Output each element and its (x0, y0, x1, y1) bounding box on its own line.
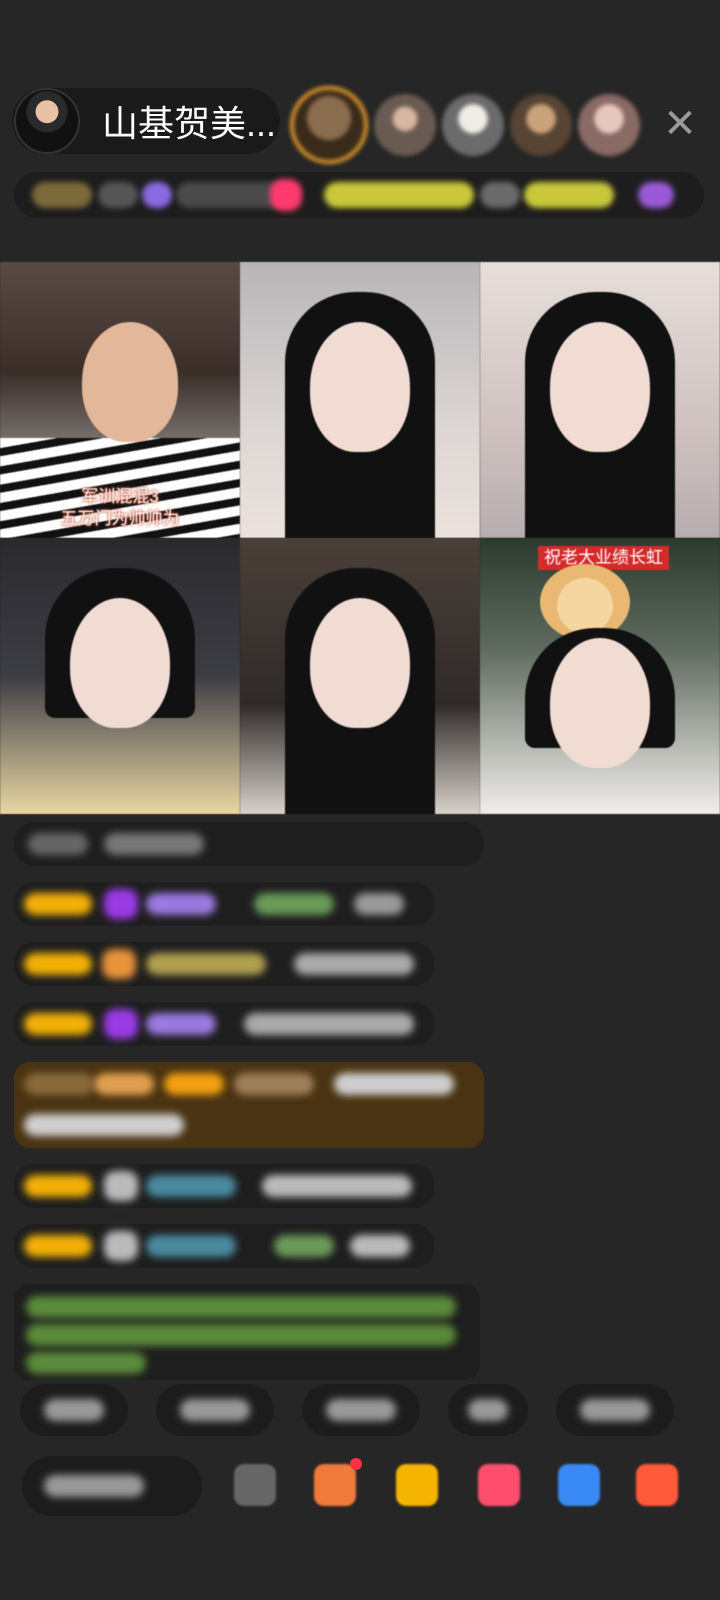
close-icon[interactable]: ✕ (660, 104, 700, 144)
level-badge (24, 953, 92, 975)
more-gifts-icon[interactable] (636, 1464, 678, 1506)
notification-dot (350, 1458, 362, 1470)
caption-line-2: 五万门为帅帅为 (60, 509, 180, 528)
video-cell-3[interactable] (480, 262, 720, 538)
chat-message (14, 1224, 434, 1268)
diamond-icon (104, 1009, 138, 1039)
chat-message (14, 942, 434, 986)
video-cell-host[interactable]: 军训混混3 五万门为帅帅为 (0, 262, 240, 538)
rank-text (98, 182, 138, 208)
heart-gift-icon[interactable] (478, 1464, 520, 1506)
top-viewers-row (290, 86, 640, 164)
person-face (550, 322, 650, 452)
heart-icon (270, 179, 302, 211)
stream-info-bar[interactable] (14, 172, 704, 218)
more-icon (638, 182, 674, 208)
viewer-avatar[interactable] (290, 86, 368, 164)
chat-message (14, 1164, 434, 1208)
host-info-pill[interactable]: 山基贺美... (12, 88, 280, 154)
level-badge (24, 1013, 92, 1035)
fan-icon (102, 949, 136, 979)
video-cell-6[interactable]: 祝老大业绩长虹 (480, 538, 720, 814)
user-icon (104, 1231, 138, 1261)
viewer-avatar[interactable] (578, 94, 640, 156)
person-face (310, 598, 410, 728)
tag-text (480, 182, 520, 208)
user-icon (104, 1171, 138, 1201)
level-badge (24, 1235, 92, 1257)
caption-line-1: 军训混混3 (81, 487, 159, 506)
chat-message (14, 822, 484, 866)
chat-list (14, 822, 494, 1396)
video-grid: 军训混混3 五万门为帅帅为 祝老大业绩长虹 (0, 262, 720, 814)
person-face (550, 638, 650, 768)
chat-message (14, 882, 434, 926)
video-caption: 军训混混3 五万门为帅帅为 (50, 486, 190, 530)
chat-bubble-icon[interactable] (558, 1464, 600, 1506)
gift-box-icon[interactable] (314, 1464, 356, 1506)
treasure-icon[interactable] (396, 1464, 438, 1506)
quick-action-button[interactable] (556, 1384, 674, 1436)
level-badge (24, 1175, 92, 1197)
viewer-avatar[interactable] (442, 94, 504, 156)
person-face (70, 598, 170, 728)
quick-action-button[interactable] (20, 1384, 128, 1436)
highlight-tag (324, 182, 474, 208)
comment-input-button[interactable] (22, 1456, 202, 1516)
quick-actions-row (20, 1384, 674, 1436)
viewer-avatar[interactable] (510, 94, 572, 156)
host-avatar[interactable] (14, 88, 80, 154)
chat-system-message (14, 1284, 480, 1380)
chat-message (14, 1002, 434, 1046)
person-face (310, 322, 410, 452)
chat-message-highlight (14, 1062, 484, 1148)
quick-action-button[interactable] (156, 1384, 274, 1436)
highlight-tag (524, 182, 614, 208)
quick-action-button[interactable] (302, 1384, 420, 1436)
viewer-avatar[interactable] (374, 94, 436, 156)
host-name: 山基贺美... (102, 103, 277, 144)
gift-icon (142, 182, 172, 208)
video-cell-4[interactable] (0, 538, 240, 814)
person-face (82, 322, 178, 442)
video-cell-5[interactable] (240, 538, 480, 814)
diamond-icon (104, 889, 138, 919)
rank-badge (32, 182, 92, 208)
bottom-toolbar (22, 1450, 720, 1520)
emoji-icon[interactable] (234, 1464, 276, 1506)
quick-action-button[interactable] (448, 1384, 528, 1436)
level-badge (24, 893, 92, 915)
video-cell-2[interactable] (240, 262, 480, 538)
